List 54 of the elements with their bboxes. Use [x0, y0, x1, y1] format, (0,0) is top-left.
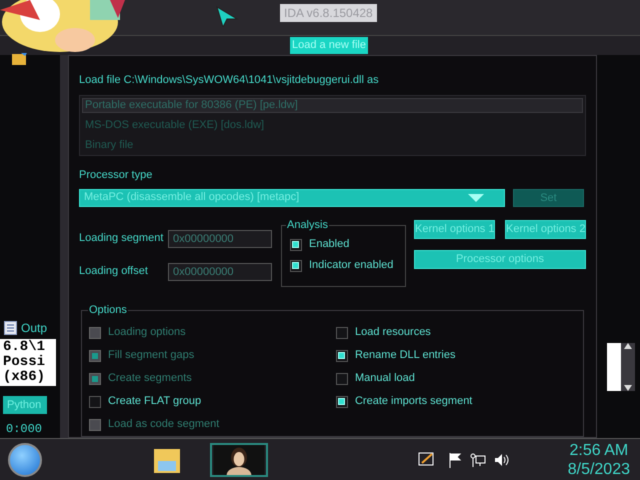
input-field[interactable]: 0x00000000: [168, 262, 272, 280]
console-panel: [606, 343, 621, 391]
checkbox[interactable]: [336, 372, 348, 384]
dialog-title: Load a new file: [290, 37, 368, 54]
checkbox-label: Enabled: [308, 237, 350, 252]
checkbox-label: Rename DLL entries: [354, 348, 456, 364]
processor-dropdown[interactable]: MetaPC (disassemble all opcodes) [metapc]: [78, 188, 505, 206]
checkbox-label: Loading options: [108, 325, 186, 340]
checkbox[interactable]: [336, 396, 348, 408]
format-item[interactable]: Binary file: [82, 138, 583, 153]
checkbox-label: Indicator enabled: [308, 258, 394, 274]
kernel-options-button[interactable]: Kernel options 2: [504, 220, 586, 238]
checkbox-label: Create imports segment: [354, 394, 472, 410]
clock[interactable]: 2:56 AM 8/5/2023: [568, 440, 632, 478]
python-button[interactable]: Python: [3, 396, 47, 414]
dropdown-arrow-icon: [468, 194, 484, 202]
status-text: 0:000: [5, 421, 44, 438]
document-icon: [4, 321, 17, 335]
checkbox[interactable]: [336, 326, 348, 338]
checkbox[interactable]: [88, 396, 101, 408]
cursor-icon: [215, 5, 239, 27]
checkbox[interactable]: [336, 350, 348, 362]
checkbox-label: Manual load: [354, 371, 415, 386]
format-item[interactable]: Portable executable for 80386 (PE) [pe.ldw]: [82, 98, 583, 113]
format-item[interactable]: MS-DOS executable (EXE) [dos.ldw]: [82, 118, 583, 133]
start-button[interactable]: [8, 442, 42, 476]
network-icon[interactable]: [470, 452, 486, 468]
format-list[interactable]: Portable executable for 80386 (PE) [pe.ldw] MS-DOS executable (EXE) [dos.ldw] Binary file: [78, 95, 586, 156]
clock-time: 2:56 AM: [570, 440, 628, 460]
scroll-up-icon[interactable]: [624, 343, 632, 349]
scrollbar[interactable]: [620, 343, 635, 391]
checkbox-label: Create segments: [108, 371, 192, 386]
volume-icon[interactable]: [494, 452, 510, 466]
input-field[interactable]: 0x00000000: [168, 230, 272, 248]
checkbox-label: Load resources: [354, 325, 431, 340]
file-label: Load file C:\Windows\SysWOW64\1041\vsjitdebuggerui.dll as: [78, 73, 380, 87]
field-label: Loading segment: [78, 231, 164, 246]
processor-label: Processor type: [78, 168, 154, 183]
checkbox[interactable]: [290, 238, 302, 250]
app-title: IDA v6.8.150428: [280, 4, 377, 22]
checkbox-label: Load as code segment: [108, 417, 220, 432]
console-output: 6.8\1 Possi (x86): [0, 339, 56, 386]
clock-date: 8/5/2023: [568, 460, 630, 478]
checkbox[interactable]: [290, 260, 302, 272]
flag-icon[interactable]: [448, 452, 462, 468]
kernel-options-button[interactable]: Kernel options 1: [414, 220, 495, 238]
checkbox-label: Create FLAT group: [108, 394, 202, 410]
processor-options-button[interactable]: Processor options: [414, 250, 586, 268]
paint-icon[interactable]: [418, 452, 436, 468]
field-label: Loading offset: [78, 264, 149, 280]
scroll-down-icon[interactable]: [624, 385, 632, 391]
output-tab[interactable]: Outp: [21, 319, 48, 337]
folder-icon[interactable]: [12, 52, 28, 66]
checkbox-label: Fill segment gaps: [108, 348, 194, 364]
